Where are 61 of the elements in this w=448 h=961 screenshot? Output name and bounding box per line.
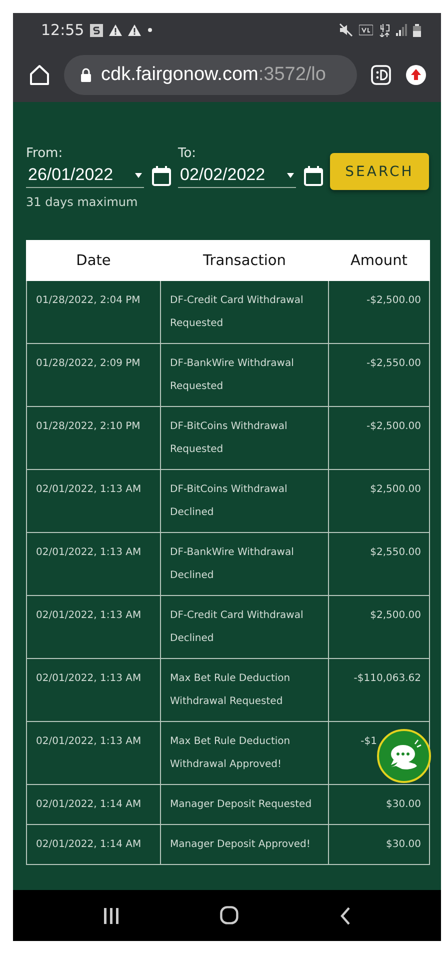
tab-switcher-icon[interactable]: [371, 64, 391, 84]
volte-icon: [359, 23, 373, 37]
recent-apps-icon[interactable]: [104, 908, 118, 924]
amount-cell: -$2,500.00: [328, 406, 430, 470]
date-label: To:: [178, 146, 198, 161]
date-header: Date: [26, 240, 160, 280]
date-cell: 02/01/2022, 1:13 AM: [26, 722, 160, 784]
transaction-cell: Max Bet Rule Deduction Withdrawal Requested: [160, 658, 328, 722]
amount-cell: $2,550.00: [328, 532, 430, 596]
transaction-cell: DF-BitCoins Withdrawal Requested: [160, 406, 328, 470]
transaction-cell: DF-BankWire Withdrawal Declined: [160, 532, 328, 596]
date-cell: 02/01/2022, 1:13 AM: [26, 596, 160, 658]
battery-icon: [413, 24, 421, 36]
date-field[interactable]: 26/01/2022: [26, 163, 144, 188]
transaction-cell: DF-BitCoins Withdrawal Declined: [160, 470, 328, 532]
amount-cell: $2,500.00: [328, 596, 430, 658]
address-bar[interactable]: cdk.fairgonow.com:3572/lo: [64, 54, 357, 94]
amount-cell: -$2,550.00: [328, 344, 430, 406]
transaction-cell: Max Bet Rule Deduction Withdrawal Approved!: [160, 722, 328, 784]
date-cell: 01/28/2022, 2:04 PM: [26, 280, 160, 344]
date-cell: 02/01/2022, 1:14 AM: [26, 824, 160, 864]
update-icon[interactable]: [405, 64, 427, 86]
signal-icon: [396, 24, 407, 36]
amount-cell: -$2,500.00: [328, 280, 430, 344]
calendar-icon[interactable]: [304, 166, 323, 186]
warning-icon: [109, 24, 122, 36]
chat-button-icon[interactable]: [377, 729, 431, 783]
network-icon: [379, 23, 390, 37]
transaction-cell: DF-Credit Card Withdrawal Requested: [160, 280, 328, 344]
range-hint: 31 days maximum: [26, 195, 138, 209]
home-button-icon[interactable]: [220, 906, 238, 925]
date-label: From:: [26, 146, 64, 161]
amount-cell: $30.00: [328, 824, 430, 864]
transaction-header: Transaction: [160, 240, 328, 280]
calendar-icon[interactable]: [152, 166, 171, 186]
transaction-cell: Manager Deposit Requested: [160, 784, 328, 824]
lock-icon: [80, 68, 92, 82]
app-notification-icon: [90, 24, 104, 36]
date-field[interactable]: 02/02/2022: [178, 163, 296, 188]
date-cell: 02/01/2022, 1:13 AM: [26, 658, 160, 722]
amount-cell: $30.00: [328, 784, 430, 824]
mute-icon: [339, 23, 353, 37]
amount-cell: $2,500.00: [328, 470, 430, 532]
warning-icon: [128, 24, 142, 36]
transaction-cell: DF-BankWire Withdrawal Requested: [160, 344, 328, 406]
status-time: 12:55: [41, 21, 84, 39]
date-cell: 02/01/2022, 1:14 AM: [26, 784, 160, 824]
amount-cell: -$110,063.62: [328, 658, 430, 722]
back-icon[interactable]: [340, 906, 350, 924]
search-button[interactable]: SEARCH: [330, 153, 429, 190]
date-cell: 02/01/2022, 1:13 AM: [26, 532, 160, 596]
dot-icon: [147, 27, 154, 33]
date-cell: 02/01/2022, 1:13 AM: [26, 470, 160, 532]
dropdown-caret-icon: [287, 172, 294, 178]
amount-header: Amount: [328, 240, 430, 280]
transaction-cell: DF-Credit Card Withdrawal Declined: [160, 596, 328, 658]
home-icon[interactable]: [29, 64, 50, 86]
dropdown-caret-icon: [135, 172, 142, 178]
transaction-cell: Manager Deposit Approved!: [160, 824, 328, 864]
date-cell: 01/28/2022, 2:09 PM: [26, 344, 160, 406]
date-cell: 01/28/2022, 2:10 PM: [26, 406, 160, 470]
